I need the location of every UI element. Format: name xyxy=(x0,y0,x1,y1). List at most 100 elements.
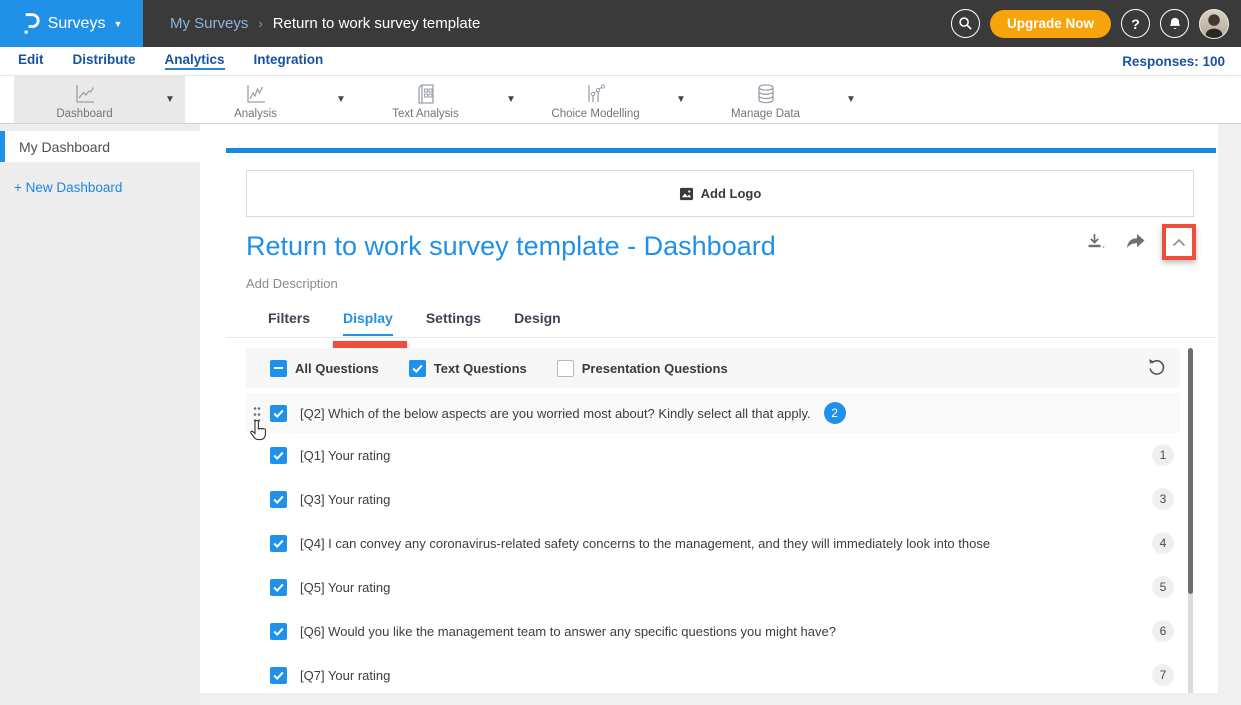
dashboard-panel: Add Logo Return to work survey template … xyxy=(200,124,1218,693)
toolbar-item-label: Manage Data xyxy=(731,108,800,120)
breadcrumb-current: Return to work survey template xyxy=(273,15,481,32)
question-checkbox[interactable] xyxy=(270,667,287,684)
chevron-down-icon[interactable]: ▼ xyxy=(836,76,866,123)
text-analysis-icon xyxy=(414,82,438,106)
question-text: [Q5] Your rating xyxy=(300,580,390,595)
add-logo-button[interactable]: Add Logo xyxy=(246,170,1194,217)
tab-design[interactable]: Design xyxy=(514,310,561,336)
question-order-badge: 7 xyxy=(1152,664,1174,686)
sidebar-item-my-dashboard[interactable]: My Dashboard xyxy=(0,131,200,162)
question-row[interactable]: [Q4] I can convey any coronavirus-relate… xyxy=(246,521,1180,565)
question-order-badge: 2 xyxy=(824,402,846,424)
nav-link-distribute[interactable]: Distribute xyxy=(73,52,136,70)
question-checkbox[interactable] xyxy=(270,623,287,640)
new-dashboard-button[interactable]: + New Dashboard xyxy=(14,180,200,195)
analysis-chart-icon xyxy=(243,82,269,106)
collapse-panel-button[interactable] xyxy=(1162,224,1196,260)
product-switcher[interactable]: Surveys ▼ xyxy=(0,0,143,47)
help-icon: ? xyxy=(1131,16,1140,32)
scrollbar-thumb[interactable] xyxy=(1188,348,1193,594)
toolbar-item-label: Analysis xyxy=(234,108,277,120)
checkbox-text-questions[interactable] xyxy=(409,360,426,377)
question-order-badge: 3 xyxy=(1152,488,1174,510)
checkbox-presentation-questions[interactable] xyxy=(557,360,574,377)
panel-accent-bar xyxy=(226,148,1216,153)
questionpro-logo-icon xyxy=(21,12,40,36)
survey-section-nav: Edit Distribute Analytics Integration Respo… xyxy=(0,47,1241,76)
download-icon xyxy=(1084,230,1108,254)
upgrade-now-button[interactable]: Upgrade Now xyxy=(990,10,1111,38)
breadcrumb-my-surveys[interactable]: My Surveys xyxy=(170,15,248,32)
nav-link-edit[interactable]: Edit xyxy=(18,52,44,70)
question-checkbox[interactable] xyxy=(270,491,287,508)
question-order-badge: 4 xyxy=(1152,532,1174,554)
chevron-down-icon[interactable]: ▼ xyxy=(496,76,526,123)
toolbar-item-dashboard[interactable]: Dashboard ▼ xyxy=(14,76,185,123)
toolbar-item-choice-modelling[interactable]: Choice Modelling ▼ xyxy=(525,76,696,123)
toolbar-item-text-analysis[interactable]: Text Analysis ▼ xyxy=(355,76,526,123)
toolbar-item-label: Choice Modelling xyxy=(551,108,639,120)
tab-display[interactable]: Display xyxy=(343,310,393,336)
nav-link-analytics[interactable]: Analytics xyxy=(165,52,225,70)
toolbar-item-label: Dashboard xyxy=(56,108,112,120)
dashboard-actions xyxy=(1084,224,1196,260)
responses-count[interactable]: Responses: 100 xyxy=(1122,54,1225,69)
question-row[interactable]: [Q1] Your rating1 xyxy=(246,433,1180,477)
question-list: [Q2] Which of the below aspects are you … xyxy=(246,393,1180,693)
reset-filters-button[interactable] xyxy=(1147,358,1166,377)
question-checkbox[interactable] xyxy=(270,405,287,422)
share-icon xyxy=(1123,231,1147,253)
filter-text-questions[interactable]: Text Questions xyxy=(409,360,527,377)
chevron-down-icon[interactable]: ▼ xyxy=(155,76,185,123)
question-text: [Q7] Your rating xyxy=(300,668,390,683)
collapse-icon xyxy=(1171,237,1187,248)
breadcrumb: My Surveys › Return to work survey templ… xyxy=(170,15,480,32)
add-description-field[interactable]: Add Description xyxy=(246,276,338,291)
toolbar-item-analysis[interactable]: Analysis ▼ xyxy=(185,76,356,123)
dashboard-title: Return to work survey template - Dashboa… xyxy=(246,231,776,262)
app-name: Surveys xyxy=(48,15,106,33)
dashboard-sidebar: My Dashboard + New Dashboard xyxy=(0,124,200,705)
question-row[interactable]: [Q2] Which of the below aspects are you … xyxy=(246,393,1180,433)
nav-link-integration[interactable]: Integration xyxy=(254,52,324,70)
question-order-badge: 1 xyxy=(1152,444,1174,466)
help-button[interactable]: ? xyxy=(1121,9,1150,38)
question-checkbox[interactable] xyxy=(270,447,287,464)
filter-all-questions[interactable]: All Questions xyxy=(270,360,379,377)
tab-settings[interactable]: Settings xyxy=(426,310,481,336)
toolbar-item-manage-data[interactable]: Manage Data ▼ xyxy=(695,76,866,123)
question-text: [Q4] I can convey any coronavirus-relate… xyxy=(300,536,990,551)
question-row[interactable]: [Q7] Your rating 7 xyxy=(246,653,1180,693)
nav-links: Edit Distribute Analytics Integration xyxy=(18,52,323,70)
question-row[interactable]: [Q6] Would you like the management team … xyxy=(246,609,1180,653)
question-row[interactable]: [Q3] Your rating 3 xyxy=(246,477,1180,521)
header-actions: Upgrade Now ? xyxy=(951,0,1229,47)
question-order-badge: 6 xyxy=(1152,620,1174,642)
tabs-divider xyxy=(226,337,1216,338)
share-button[interactable] xyxy=(1123,231,1147,253)
question-text: [Q3] Your rating xyxy=(300,492,390,507)
tab-filters[interactable]: Filters xyxy=(268,310,310,336)
toolbar-item-label: Text Analysis xyxy=(392,108,458,120)
chevron-down-icon[interactable]: ▼ xyxy=(666,76,696,123)
app-root: Surveys ▼ My Surveys › Return to work su… xyxy=(0,0,1241,705)
filter-presentation-questions[interactable]: Presentation Questions xyxy=(557,360,728,377)
question-checkbox[interactable] xyxy=(270,535,287,552)
search-button[interactable] xyxy=(951,9,980,38)
filter-label: All Questions xyxy=(295,361,379,376)
drag-handle-icon[interactable] xyxy=(253,406,261,428)
notifications-button[interactable] xyxy=(1160,9,1189,38)
question-row[interactable]: [Q5] Your rating 5 xyxy=(246,565,1180,609)
question-checkbox[interactable] xyxy=(270,579,287,596)
image-icon xyxy=(679,187,694,201)
manage-data-icon xyxy=(754,82,778,106)
checkbox-all-questions[interactable] xyxy=(270,360,287,377)
chevron-down-icon[interactable]: ▼ xyxy=(326,76,356,123)
search-icon xyxy=(958,16,973,31)
user-avatar[interactable] xyxy=(1199,9,1229,39)
download-button[interactable] xyxy=(1084,230,1108,254)
dashboard-chart-icon xyxy=(72,82,98,106)
question-text: [Q2] Which of the below aspects are you … xyxy=(300,406,811,421)
breadcrumb-separator-icon: › xyxy=(258,16,262,31)
question-order-badge: 5 xyxy=(1152,576,1174,598)
